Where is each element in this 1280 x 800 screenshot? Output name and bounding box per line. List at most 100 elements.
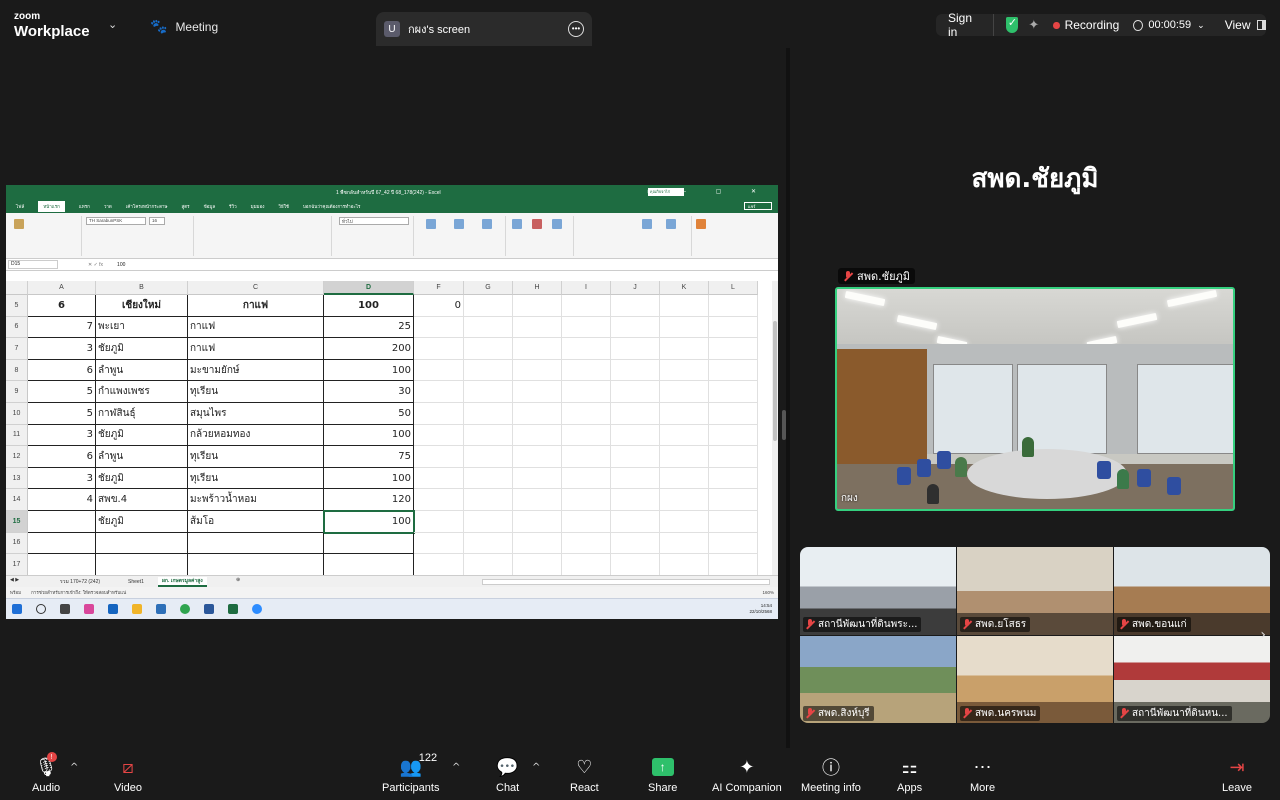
more-options-icon[interactable]: ••• xyxy=(568,21,584,37)
leave-button[interactable]: ⇥ Leave xyxy=(1222,754,1252,795)
table-cell[interactable] xyxy=(513,381,562,403)
ribbon-tab[interactable]: บอกฉันว่าคุณต้องการทำอะไร xyxy=(303,203,360,210)
table-cell[interactable]: กาแฟ xyxy=(188,295,324,317)
spreadsheet-grid[interactable]: A B C D F G H I J K L 5 6 เชียงใหม่ กาแฟ 100 0 6 7 พะเยา กาแ… xyxy=(6,281,772,575)
audio-options-caret[interactable]: ^ xyxy=(70,762,78,773)
gallery-next-icon[interactable]: › xyxy=(1260,627,1266,643)
table-cell[interactable] xyxy=(414,554,464,575)
table-cell[interactable] xyxy=(464,295,513,317)
formula-input[interactable]: 100 xyxy=(117,262,125,268)
table-cell[interactable] xyxy=(709,338,758,360)
column-header[interactable]: C xyxy=(188,281,324,295)
table-cell[interactable] xyxy=(660,403,709,425)
ribbon-tab[interactable]: ข้อมูล xyxy=(204,203,216,210)
table-cell[interactable]: 30 xyxy=(324,381,414,403)
row-header[interactable]: 6 xyxy=(6,316,28,339)
table-cell[interactable]: 4 xyxy=(28,489,96,511)
column-header[interactable]: J xyxy=(611,281,660,295)
table-cell[interactable] xyxy=(464,316,513,339)
meeting-tab[interactable]: 🐾 Meeting xyxy=(150,18,218,35)
sheet-tab-active[interactable]: ผก. เกษตรมูลค่าสูง xyxy=(158,577,207,587)
table-cell[interactable] xyxy=(562,446,611,468)
sheet-tab[interactable]: Sheet1 xyxy=(124,577,148,587)
table-cell[interactable] xyxy=(513,532,562,555)
table-cell[interactable] xyxy=(611,338,660,360)
table-cell[interactable] xyxy=(611,359,660,382)
horizontal-scrollbar[interactable] xyxy=(482,579,770,585)
table-cell[interactable] xyxy=(562,511,611,533)
table-cell[interactable]: 50 xyxy=(324,403,414,425)
chevron-down-icon[interactable]: ⌄ xyxy=(108,18,117,31)
row-header[interactable]: 14 xyxy=(6,489,28,511)
select-all-corner[interactable] xyxy=(6,281,28,295)
table-cell[interactable] xyxy=(513,554,562,575)
windows-start-icon[interactable] xyxy=(12,604,22,614)
search-icon[interactable] xyxy=(36,604,46,614)
column-header[interactable]: K xyxy=(660,281,709,295)
participant-tile[interactable]: สถานีพัฒนาที่ดินหน... xyxy=(1114,636,1270,723)
table-cell[interactable] xyxy=(709,489,758,511)
table-cell[interactable]: ชัยภูมิ xyxy=(96,511,188,533)
row-header[interactable]: 11 xyxy=(6,424,28,447)
table-cell[interactable]: มะขามยักษ์ xyxy=(188,359,324,382)
table-cell[interactable] xyxy=(414,467,464,490)
apps-button[interactable]: ⚏ Apps xyxy=(897,754,922,795)
table-cell[interactable] xyxy=(28,554,96,575)
table-cell[interactable] xyxy=(414,511,464,533)
meeting-info-button[interactable]: ⓘ Meeting info xyxy=(801,754,861,794)
table-cell[interactable] xyxy=(96,532,188,555)
table-cell[interactable]: 100 xyxy=(323,510,415,534)
table-cell[interactable] xyxy=(709,511,758,533)
table-cell[interactable] xyxy=(513,489,562,511)
table-cell[interactable] xyxy=(611,489,660,511)
ribbon-tab[interactable]: หน้าแรก xyxy=(38,200,65,212)
table-cell[interactable]: 5 xyxy=(28,381,96,403)
table-cell[interactable] xyxy=(562,316,611,339)
table-cell[interactable] xyxy=(414,532,464,555)
chat-button[interactable]: 💬 Chat xyxy=(496,754,519,795)
audio-button[interactable]: 🎙! Audio xyxy=(32,752,60,794)
row-header[interactable]: 13 xyxy=(6,467,28,490)
table-cell[interactable]: 6 xyxy=(28,446,96,468)
table-cell[interactable] xyxy=(464,359,513,382)
table-cell[interactable] xyxy=(611,532,660,555)
column-header[interactable]: I xyxy=(562,281,611,295)
participant-tile[interactable]: สพด.ยโสธร xyxy=(957,547,1113,635)
column-header[interactable]: L xyxy=(709,281,758,295)
row-header[interactable]: 10 xyxy=(6,403,28,425)
table-cell[interactable]: 5 xyxy=(28,403,96,425)
table-cell[interactable] xyxy=(660,532,709,555)
table-cell[interactable]: 6 xyxy=(28,359,96,382)
column-header[interactable]: G xyxy=(464,281,513,295)
chrome-icon[interactable] xyxy=(180,604,190,614)
table-cell[interactable] xyxy=(188,554,324,575)
zoom-workplace-logo[interactable]: zoom Workplace xyxy=(14,12,90,40)
table-cell[interactable] xyxy=(709,554,758,575)
table-cell[interactable] xyxy=(513,359,562,382)
video-button[interactable]: ⧄ Video xyxy=(114,754,142,795)
table-cell[interactable] xyxy=(562,554,611,575)
table-cell[interactable] xyxy=(660,295,709,317)
table-cell[interactable] xyxy=(188,532,324,555)
table-cell[interactable] xyxy=(709,424,758,447)
table-cell[interactable] xyxy=(709,381,758,403)
table-cell[interactable]: 6 xyxy=(28,295,96,317)
word-icon[interactable] xyxy=(204,604,214,614)
table-cell[interactable] xyxy=(464,338,513,360)
table-cell[interactable] xyxy=(513,295,562,317)
table-cell[interactable] xyxy=(660,446,709,468)
row-header[interactable]: 7 xyxy=(6,338,28,360)
table-cell[interactable] xyxy=(562,359,611,382)
ribbon-tab[interactable]: มุมมอง xyxy=(251,203,265,210)
table-cell[interactable]: 75 xyxy=(324,446,414,468)
row-header[interactable]: 15 xyxy=(6,511,28,533)
react-button[interactable]: ♡ React xyxy=(570,754,599,795)
row-header[interactable]: 16 xyxy=(6,532,28,555)
chevron-down-icon[interactable]: ⌄ xyxy=(1197,20,1205,31)
table-cell[interactable] xyxy=(660,381,709,403)
table-cell[interactable] xyxy=(562,467,611,490)
table-cell[interactable]: ทุเรียน xyxy=(188,446,324,468)
status-accessibility[interactable]: การช่วยสำหรับการเข้าถึง: ให้ตรวจสอบสำหรั… xyxy=(31,589,126,596)
copilot-icon[interactable] xyxy=(84,604,94,614)
ribbon-tab[interactable]: รีวิว xyxy=(229,203,236,210)
